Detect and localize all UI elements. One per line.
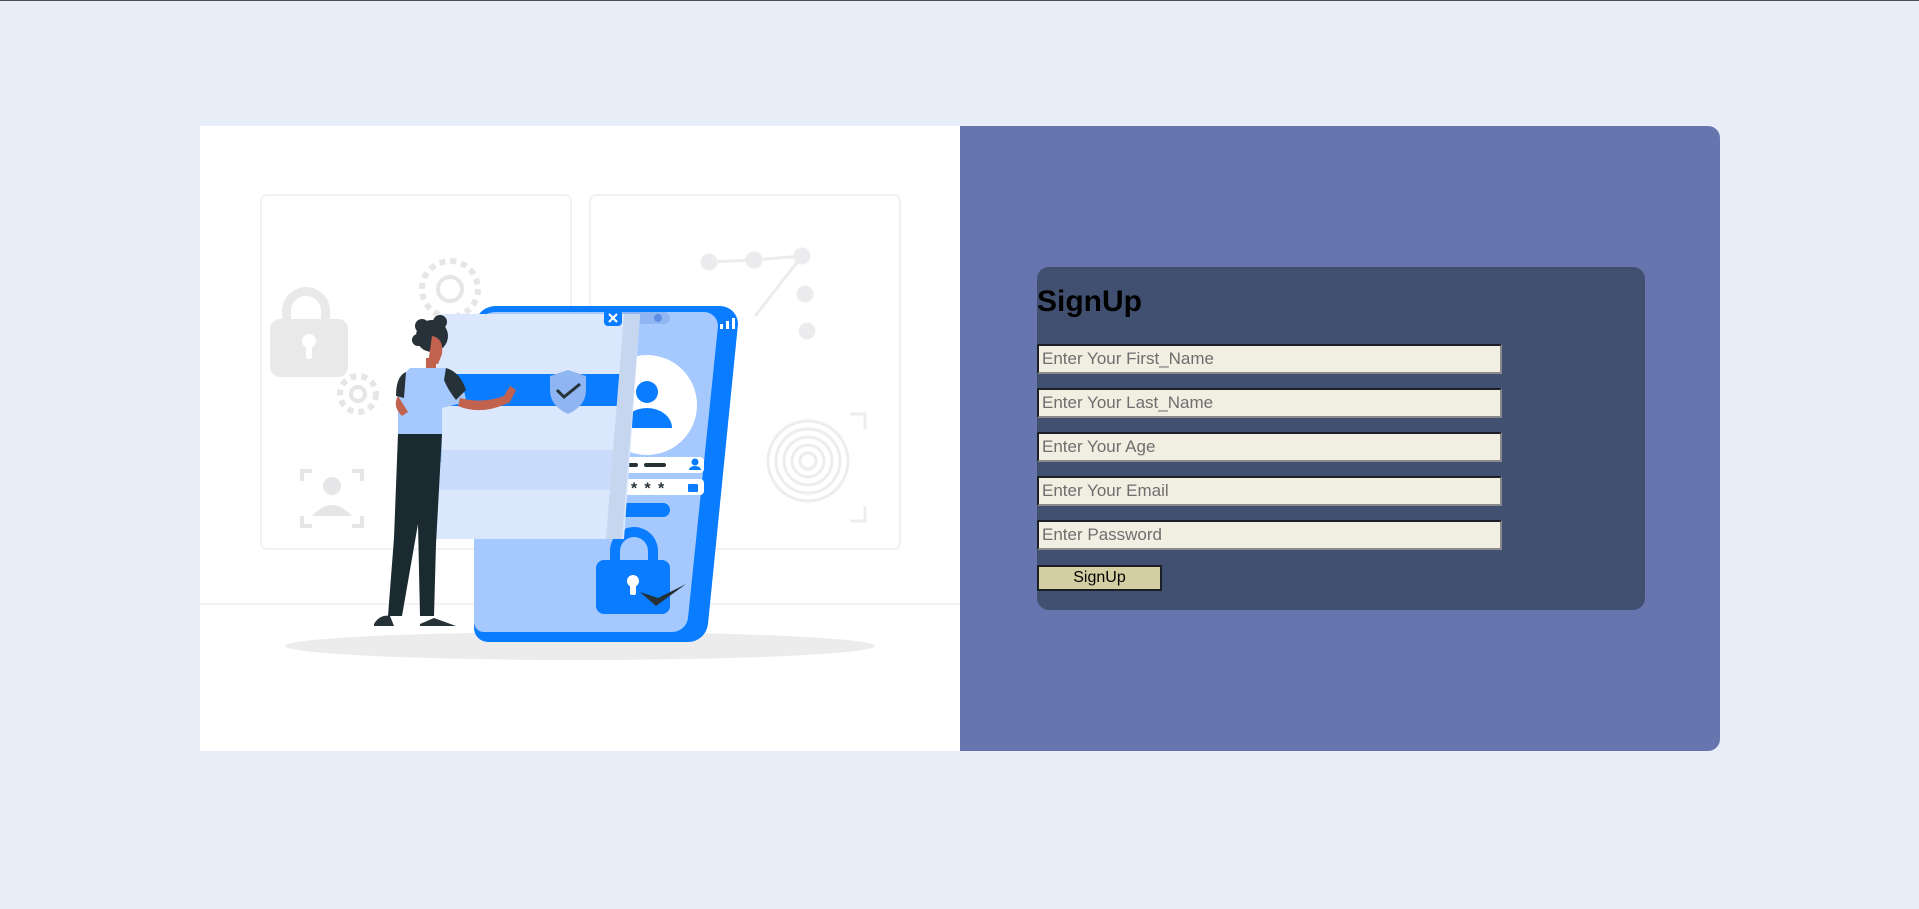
email-field[interactable]: [1037, 476, 1502, 506]
first-name-field[interactable]: [1037, 344, 1502, 374]
password-field[interactable]: [1037, 520, 1502, 550]
form-title: SignUp: [1037, 285, 1142, 318]
top-border: [0, 0, 1919, 1]
illustration-panel: *****: [200, 126, 960, 751]
age-field[interactable]: [1037, 432, 1502, 462]
fingerprint-icon: [766, 412, 867, 523]
signup-form: SignUp SignUp: [1037, 267, 1645, 610]
lock-icon: [270, 287, 348, 377]
face-scan-icon: [300, 469, 364, 528]
close-icon: [604, 310, 622, 326]
last-name-field[interactable]: [1037, 388, 1502, 418]
form-panel: SignUp SignUp: [960, 126, 1720, 751]
signup-card: ***** SignUp Enter Your First_Name Enter…: [200, 126, 1720, 751]
signup-button[interactable]: SignUp: [1037, 565, 1162, 591]
floating-login-panel: [424, 310, 640, 539]
login-security-illustration: *****: [200, 194, 960, 660]
